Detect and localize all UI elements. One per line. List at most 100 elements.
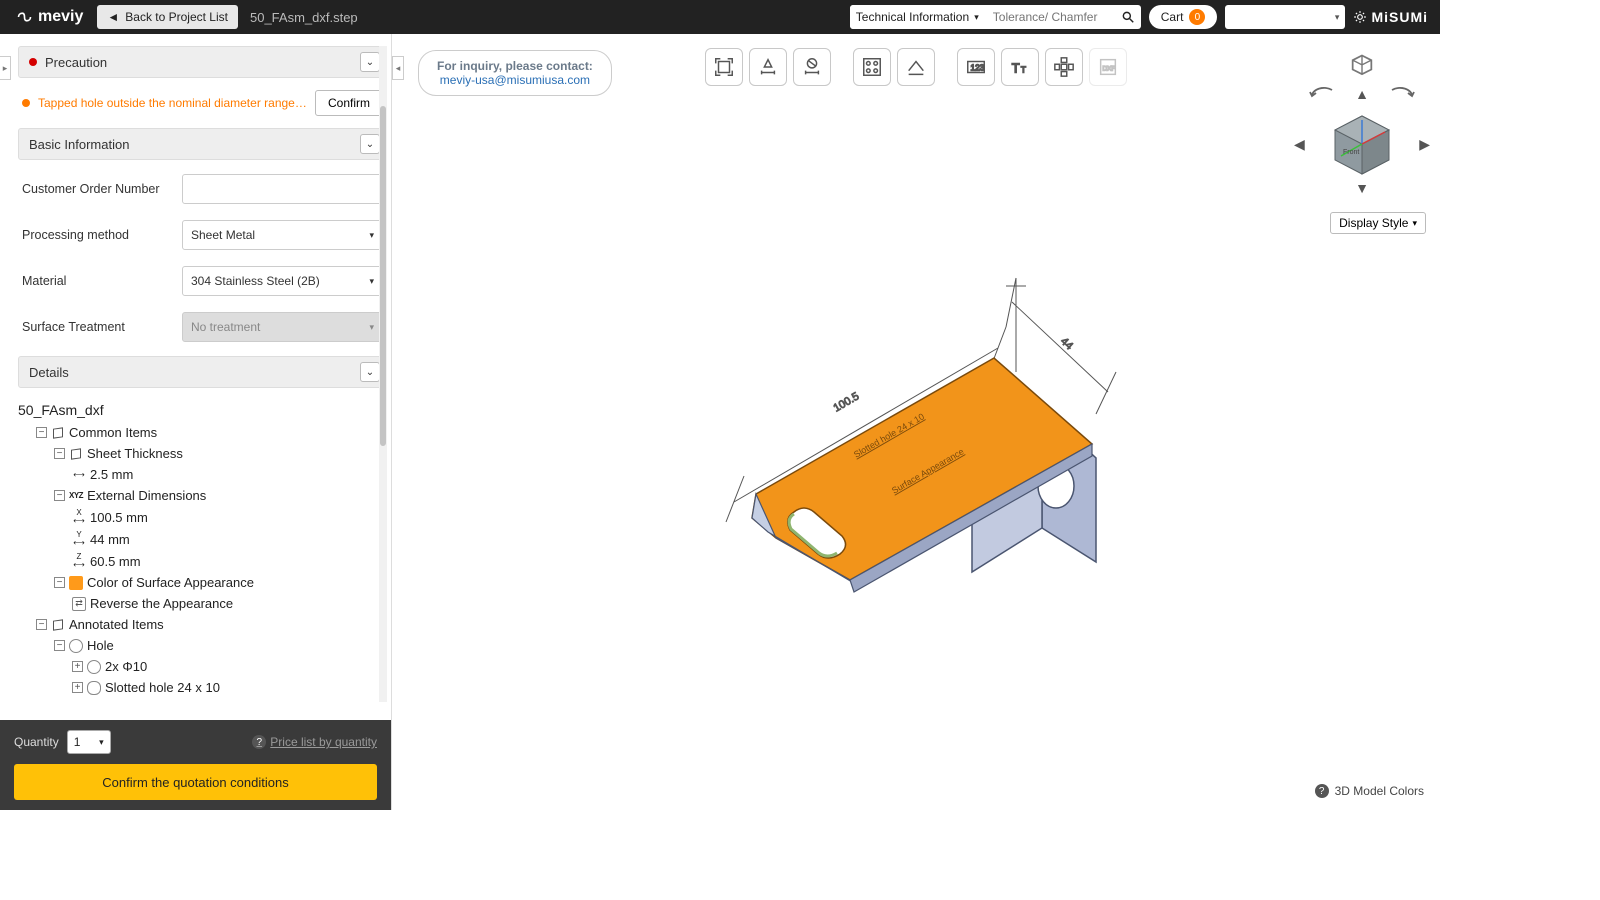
- panel-scrollbar[interactable]: [379, 46, 387, 702]
- misumi-logo[interactable]: MiSUMi: [1353, 9, 1428, 25]
- tool-show-dimensions[interactable]: 123: [957, 48, 995, 86]
- meviy-logo[interactable]: meviy: [0, 8, 97, 26]
- nav-down-icon[interactable]: ▼: [1302, 180, 1422, 196]
- search-input[interactable]: [985, 5, 1115, 29]
- status-dot-orange: [22, 99, 30, 107]
- tree-reverse-appearance[interactable]: ⇄Reverse the Appearance: [72, 593, 387, 614]
- tree-label: 2.5 mm: [90, 467, 133, 482]
- user-select[interactable]: ▾: [1225, 5, 1345, 29]
- collapse-icon[interactable]: ⌄: [360, 362, 380, 382]
- tree-external-dimensions[interactable]: −XYZExternal Dimensions: [54, 485, 387, 506]
- processing-method-select[interactable]: Sheet Metal ▾: [182, 220, 383, 250]
- order-number-label: Customer Order Number: [22, 182, 182, 196]
- tree-dim-y[interactable]: Y⟷44 mm: [72, 528, 387, 550]
- cube-icon: [51, 426, 65, 440]
- nav-up-icon[interactable]: ▲: [1355, 86, 1369, 102]
- tree-label: 100.5 mm: [90, 510, 148, 525]
- cart-label: Cart: [1161, 10, 1184, 24]
- svg-text:DXF: DXF: [1103, 66, 1116, 73]
- tree-root[interactable]: 50_FAsm_dxf: [18, 398, 387, 422]
- tree-label: Color of Surface Appearance: [87, 575, 254, 590]
- tool-fit-view[interactable]: [705, 48, 743, 86]
- basic-info-title: Basic Information: [29, 137, 129, 152]
- chevron-down-icon: ▾: [1412, 218, 1417, 229]
- color-swatch-icon: [69, 576, 83, 590]
- tool-bend[interactable]: [897, 48, 935, 86]
- cart-button[interactable]: Cart 0: [1149, 5, 1218, 29]
- surface-treatment-select: No treatment ▾: [182, 312, 383, 342]
- tree-annotated-items[interactable]: −Annotated Items: [36, 614, 387, 635]
- viewer-collapse-tab[interactable]: ◂: [392, 56, 404, 80]
- collapse-minus-icon[interactable]: −: [36, 427, 47, 438]
- processing-value: Sheet Metal: [191, 228, 255, 242]
- processing-row: Processing method Sheet Metal ▾: [18, 212, 387, 258]
- rotate-left-icon[interactable]: [1306, 86, 1336, 102]
- chevron-left-icon: ◄: [107, 10, 119, 24]
- rotate-right-icon[interactable]: [1388, 86, 1418, 102]
- nav-right-icon[interactable]: ▶: [1419, 136, 1430, 153]
- expand-plus-icon[interactable]: +: [72, 682, 83, 693]
- collapse-icon[interactable]: ⌄: [360, 134, 380, 154]
- tool-dimension[interactable]: [749, 48, 787, 86]
- tool-clear-annotation[interactable]: [793, 48, 831, 86]
- part-3d-render[interactable]: 100.5 44 Slotted hole 24 x 10 Surface: [656, 242, 1176, 642]
- tree-color-surface[interactable]: − Color of Surface Appearance: [54, 572, 387, 593]
- inquiry-email-link[interactable]: meviy-usa@misumiusa.com: [440, 73, 590, 87]
- tree-label: 44 mm: [90, 532, 130, 547]
- viewer-toolbar: 123 TT DXF: [705, 48, 1127, 86]
- tree-dim-x[interactable]: X⟷ 100.5 mm: [72, 506, 387, 528]
- order-number-input[interactable]: [182, 174, 383, 204]
- xyz-icon: XYZ: [69, 491, 83, 500]
- collapse-minus-icon[interactable]: −: [54, 490, 65, 501]
- tree-label: Slotted hole 24 x 10: [105, 680, 220, 695]
- precaution-header[interactable]: Precaution ⌄: [18, 46, 387, 78]
- x-dimension-icon: X⟷: [72, 509, 86, 525]
- collapse-icon[interactable]: ⌄: [360, 52, 380, 72]
- details-header[interactable]: Details ⌄: [18, 356, 387, 388]
- quantity-select[interactable]: 1 ▾: [67, 730, 111, 754]
- tree-hole-1[interactable]: +2x Φ10: [72, 656, 387, 677]
- confirm-quotation-button[interactable]: Confirm the quotation conditions: [14, 764, 377, 800]
- text-icon: TT: [1009, 56, 1031, 78]
- home-cube-icon[interactable]: [1348, 52, 1376, 80]
- back-to-project-list-button[interactable]: ◄ Back to Project List: [97, 5, 238, 29]
- display-style-select[interactable]: Display Style ▾: [1330, 212, 1426, 234]
- inquiry-text: For inquiry, please contact:: [437, 59, 593, 73]
- navigation-cube[interactable]: Front: [1327, 110, 1397, 180]
- collapse-minus-icon[interactable]: −: [54, 577, 65, 588]
- clear-icon: [801, 56, 823, 78]
- chevron-down-icon: ▾: [369, 322, 374, 333]
- chevron-down-icon: ▾: [1335, 12, 1340, 23]
- price-list-link[interactable]: ? Price list by quantity: [252, 735, 377, 749]
- tree-hole[interactable]: −Hole: [54, 635, 387, 656]
- tool-text-size[interactable]: TT: [1001, 48, 1039, 86]
- panel-scroll[interactable]: Precaution ⌄ Tapped hole outside the nom…: [0, 34, 391, 720]
- collapse-minus-icon[interactable]: −: [36, 619, 47, 630]
- tool-hole-recognition[interactable]: [853, 48, 891, 86]
- tree-label: Reverse the Appearance: [90, 596, 233, 611]
- technical-information-select[interactable]: Technical Information ▾: [850, 5, 985, 29]
- model-colors-button[interactable]: ? 3D Model Colors: [1315, 784, 1424, 798]
- collapse-minus-icon[interactable]: −: [54, 448, 65, 459]
- tree-sheet-thickness[interactable]: −Sheet Thickness: [54, 443, 387, 464]
- nav-left-icon[interactable]: ◀: [1294, 136, 1305, 153]
- precaution-warning-row: Tapped hole outside the nominal diameter…: [18, 84, 387, 122]
- tree-thickness-value[interactable]: ⟷2.5 mm: [72, 464, 387, 485]
- tool-six-views[interactable]: [1045, 48, 1083, 86]
- tree-label: 60.5 mm: [90, 554, 141, 569]
- search-icon[interactable]: [1115, 5, 1141, 29]
- tree-common-items[interactable]: − Common Items: [36, 422, 387, 443]
- tree-dim-z[interactable]: Z⟷60.5 mm: [72, 550, 387, 572]
- expand-plus-icon[interactable]: +: [72, 661, 83, 672]
- basic-info-header[interactable]: Basic Information ⌄: [18, 128, 387, 160]
- collapse-minus-icon[interactable]: −: [54, 640, 65, 651]
- panel-expand-tab-left[interactable]: ▸: [0, 56, 11, 80]
- material-select[interactable]: 304 Stainless Steel (2B) ▾: [182, 266, 383, 296]
- viewer-area[interactable]: ◂ For inquiry, please contact: meviy-usa…: [392, 34, 1440, 810]
- confirm-precaution-button[interactable]: Confirm: [315, 90, 383, 116]
- cube-icon: [51, 618, 65, 632]
- display-style-label: Display Style: [1339, 216, 1408, 230]
- tree-label: 2x Φ10: [105, 659, 147, 674]
- tree-label: Common Items: [69, 425, 157, 440]
- tree-hole-2[interactable]: + Slotted hole 24 x 10: [72, 677, 387, 698]
